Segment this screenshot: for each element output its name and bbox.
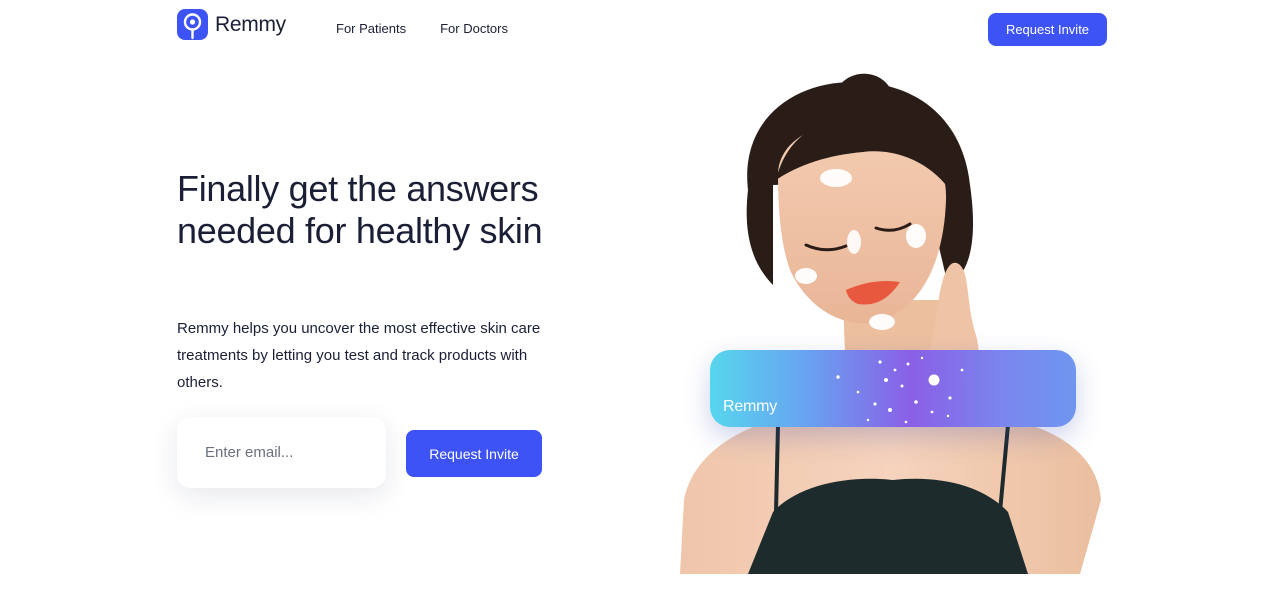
- card-brand-label: Remmy: [723, 398, 778, 415]
- remmy-logo-icon: [177, 9, 208, 40]
- hero-woman-skincare-photo: [678, 60, 1108, 574]
- remmy-device-card: Remmy: [710, 350, 1076, 427]
- main-nav: For Patients For Doctors: [336, 21, 542, 36]
- hero-request-invite-button[interactable]: Request Invite: [406, 430, 542, 477]
- logo[interactable]: Remmy: [177, 9, 286, 40]
- site-header: Remmy For Patients For Doctors Request I…: [0, 0, 1280, 60]
- hero-title: Finally get the answers needed for healt…: [177, 168, 543, 251]
- header-request-invite-button[interactable]: Request Invite: [988, 13, 1107, 46]
- email-input[interactable]: [177, 417, 386, 488]
- hero-description: Remmy helps you uncover the most effecti…: [177, 320, 541, 391]
- nav-link-for-doctors[interactable]: For Doctors: [440, 21, 508, 36]
- nav-link-for-patients[interactable]: For Patients: [336, 21, 406, 36]
- logo-text: Remmy: [215, 12, 286, 36]
- email-field-container: [177, 417, 386, 488]
